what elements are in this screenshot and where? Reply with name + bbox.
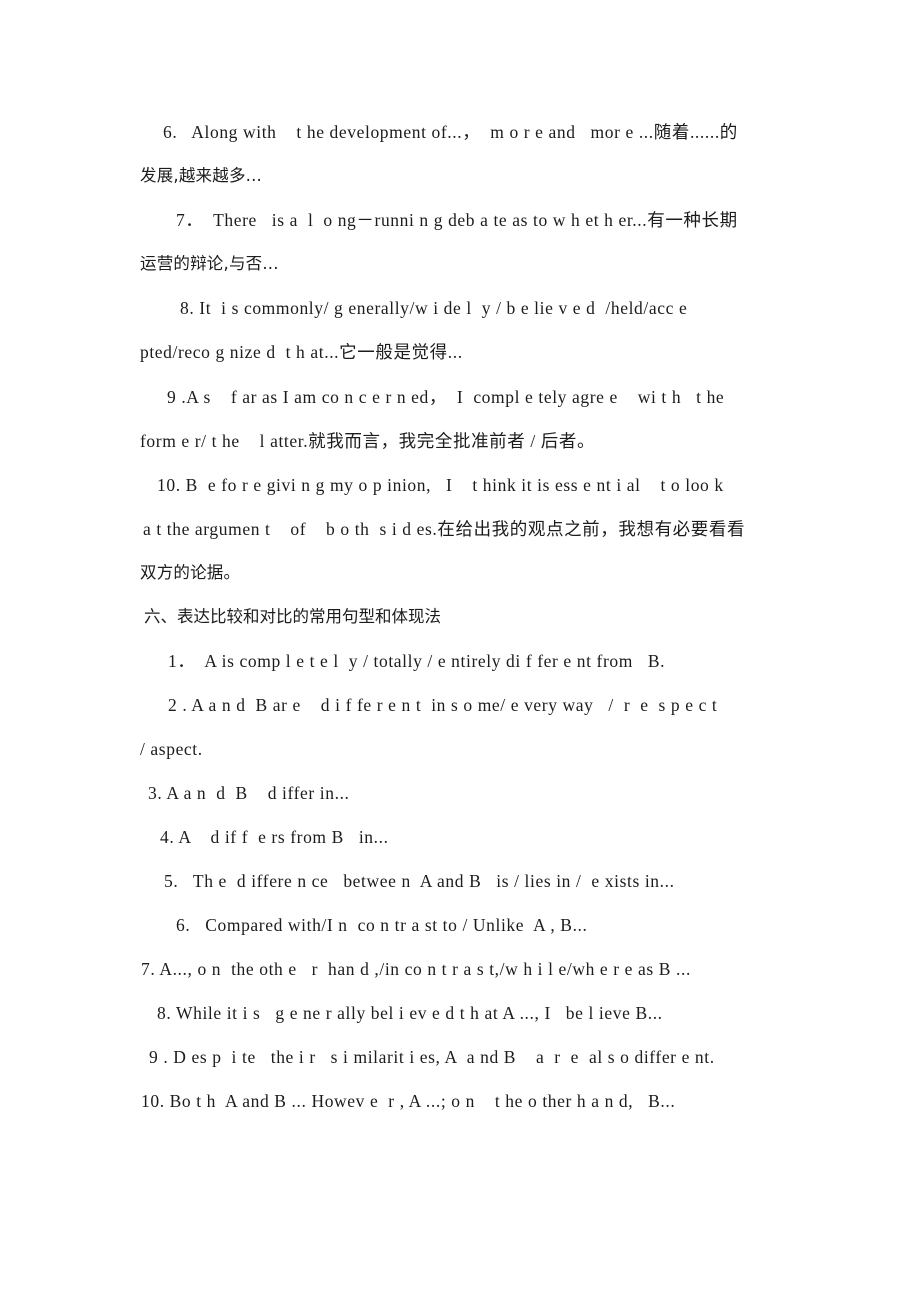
text-line: 8. It i s commonly/ g enerally/w i de l …	[180, 298, 688, 318]
text-line: 6. Along with t he development of...， m …	[163, 122, 738, 142]
text-line: 1． A is comp l e t e l y / totally / e n…	[168, 651, 666, 671]
document-page: 6. Along with t he development of...， m …	[0, 0, 920, 1302]
text-line: 7. A..., o n the oth e r han d ,/in co n…	[141, 959, 691, 979]
text-line: 8. While it i s g e ne r ally bel i ev e…	[157, 1003, 663, 1023]
text-line: 7． There is a l o ng－runni n g deb a te …	[176, 210, 738, 230]
text-line: 双方的论据。	[140, 563, 241, 582]
text-line: 发展,越来越多...	[140, 166, 262, 185]
text-line: 10. B e fo r e givi n g my o p inion, I …	[157, 475, 724, 495]
text-line: pted/reco g nize d t h at...它一般是觉得...	[140, 342, 463, 362]
section-heading: 六、表达比较和对比的常用句型和体现法	[144, 607, 441, 626]
text-line: a t the argumen t of b o th s i d es.在给出…	[143, 519, 746, 539]
text-line: / aspect.	[140, 739, 203, 759]
text-line: 3. A a n d B d iffer in...	[148, 783, 350, 803]
text-line: 9 . D es p i te the i r s i milarit i es…	[149, 1047, 715, 1067]
text-line: 6. Compared with/I n co n tr a st to / U…	[176, 915, 588, 935]
text-line: form e r/ t he l atter.就我而言，我完全批准前者 / 后者…	[140, 431, 596, 451]
text-line: 2 . A a n d B ar e d i f fe r e n t in s…	[168, 695, 718, 715]
text-line: 9 .A s f ar as I am co n c e r n ed， I c…	[167, 387, 725, 407]
text-line: 4. A d if f e rs from B in...	[160, 827, 389, 847]
text-line: 10. Bo t h A and B ... Howev e r , A ...…	[141, 1091, 676, 1111]
text-line: 5. Th e d iffere n ce betwee n A and B i…	[164, 871, 675, 891]
text-line: 运营的辩论,与否...	[140, 254, 279, 273]
